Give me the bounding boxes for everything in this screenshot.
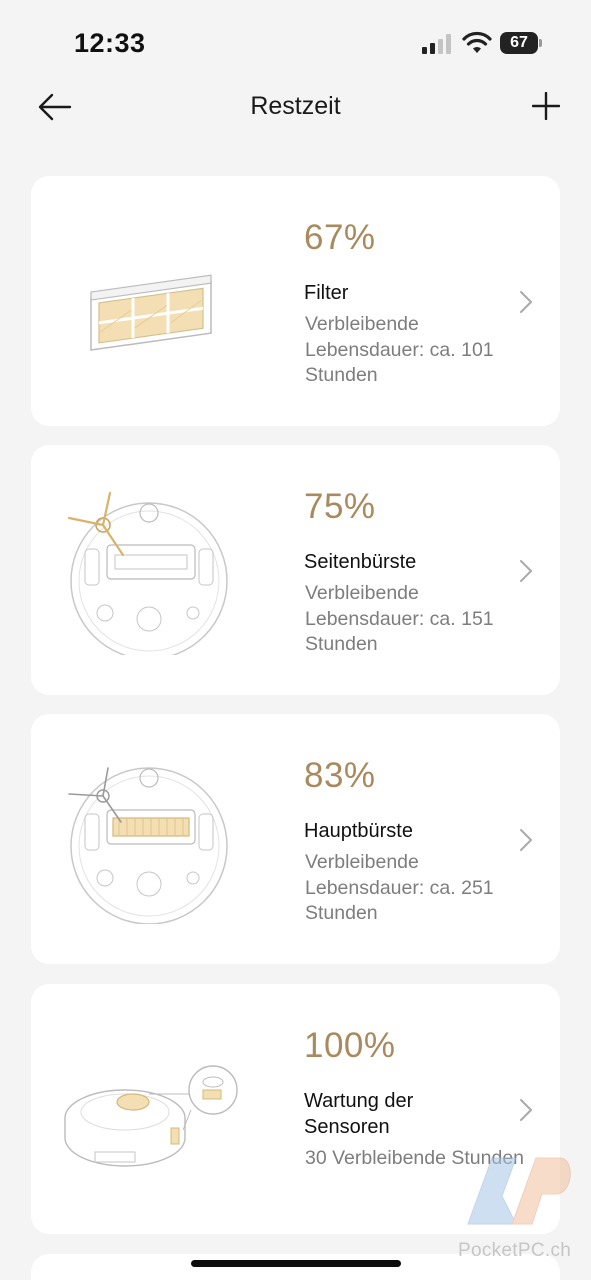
chevron-right-icon — [520, 829, 532, 851]
consumable-name: Hauptbürste — [304, 820, 413, 842]
signal-icon — [422, 34, 451, 54]
consumable-name: Seitenbürste — [304, 551, 417, 573]
watermark-logo-icon — [467, 1157, 571, 1225]
remaining-percent: 100% — [304, 1026, 396, 1065]
main-brush-image — [68, 767, 228, 924]
remaining-life-text: Verbleibende Lebensdauer: ca. 101 Stunde… — [305, 313, 494, 386]
consumable-card-filter[interactable]: 67% Filter Verbleibende Lebensdauer: ca.… — [31, 176, 560, 426]
chevron-right-icon — [520, 291, 532, 313]
watermark-text: PocketPC.ch — [458, 1240, 572, 1261]
side-brush-image — [67, 491, 228, 655]
battery-icon: 67 — [500, 32, 542, 54]
chevron-right-icon — [520, 1099, 532, 1121]
plus-icon[interactable] — [532, 92, 560, 120]
status-time: 12:33 — [74, 28, 146, 58]
remaining-percent: 75% — [304, 487, 376, 526]
battery-level: 67 — [500, 32, 538, 54]
consumable-card-side-brush[interactable]: 75% Seitenbürste Verbleibende Lebensdaue… — [31, 445, 560, 695]
consumable-card-main-brush[interactable]: 83% Hauptbürste Verbleibende Lebensdauer… — [31, 714, 560, 964]
remaining-life-text: Verbleibende Lebensdauer: ca. 251 Stunde… — [305, 851, 494, 924]
consumable-name: Wartung der Sensoren — [304, 1090, 414, 1138]
remaining-percent: 83% — [304, 756, 376, 795]
filter-image — [90, 274, 212, 351]
home-indicator[interactable] — [191, 1260, 401, 1267]
remaining-life-text: Verbleibende Lebensdauer: ca. 151 Stunde… — [305, 582, 494, 655]
remaining-percent: 67% — [304, 218, 376, 257]
status-bar: 12:33 67 — [0, 0, 591, 88]
sensor-image — [64, 1065, 238, 1167]
wifi-icon — [462, 31, 492, 53]
consumable-name: Filter — [304, 282, 349, 304]
chevron-right-icon — [520, 560, 532, 582]
page-title: Restzeit — [250, 92, 341, 120]
